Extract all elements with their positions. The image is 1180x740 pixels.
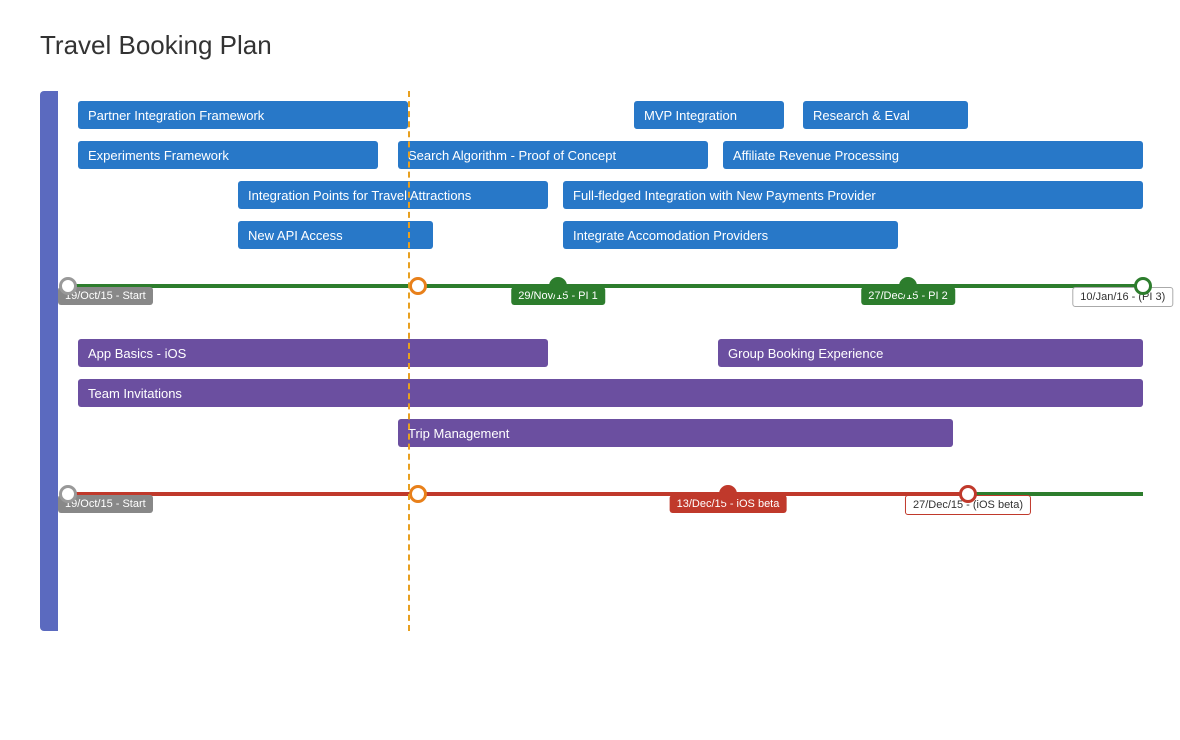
- milestone-ios-beta2: [959, 485, 977, 503]
- section-purple: App Basics - iOS Group Booking Experienc…: [68, 339, 1140, 459]
- bar-team-invitations: Team Invitations: [78, 379, 1143, 407]
- bar-affiliate: Affiliate Revenue Processing: [723, 141, 1143, 169]
- chart-container: Partner Integration Framework MVP Integr…: [40, 91, 1140, 631]
- bar-experiments: Experiments Framework: [78, 141, 378, 169]
- bar-research-eval: Research & Eval: [803, 101, 968, 129]
- milestone-start-green: [59, 277, 77, 295]
- page: Travel Booking Plan Partner Integration …: [0, 0, 1180, 661]
- milestone-dashed-green: [409, 277, 427, 295]
- milestone-dashed-red: [409, 485, 427, 503]
- milestone-ios-beta: [719, 485, 737, 503]
- bar-new-api: New API Access: [238, 221, 433, 249]
- section-blue: Partner Integration Framework MVP Integr…: [68, 91, 1140, 251]
- bar-app-basics: App Basics - iOS: [78, 339, 548, 367]
- bar-full-integration: Full-fledged Integration with New Paymen…: [563, 181, 1143, 209]
- bar-integrate-accom: Integrate Accomodation Providers: [563, 221, 898, 249]
- bar-partner-integration: Partner Integration Framework: [78, 101, 408, 129]
- label-pi3: 10/Jan/16 - (PI 3): [1072, 287, 1173, 307]
- main-content: Partner Integration Framework MVP Integr…: [58, 91, 1140, 631]
- page-title: Travel Booking Plan: [40, 30, 1140, 61]
- bar-group-booking: Group Booking Experience: [718, 339, 1143, 367]
- milestone-pi3: [1134, 277, 1152, 295]
- green-timeline: 19/Oct/15 - Start 29/Nov/15 - PI 1 27/De…: [68, 261, 1140, 311]
- left-bar: [40, 91, 58, 631]
- bar-trip-management: Trip Management: [398, 419, 953, 447]
- milestone-start-red: [59, 485, 77, 503]
- red-timeline: 19/Oct/15 - Start 13/Dec/15 - iOS beta 2…: [68, 469, 1140, 519]
- bar-integration-points: Integration Points for Travel Attraction…: [238, 181, 548, 209]
- bar-mvp-integration: MVP Integration: [634, 101, 784, 129]
- milestone-pi1: [549, 277, 567, 295]
- milestone-pi2: [899, 277, 917, 295]
- bar-search-algo: Search Algorithm - Proof of Concept: [398, 141, 708, 169]
